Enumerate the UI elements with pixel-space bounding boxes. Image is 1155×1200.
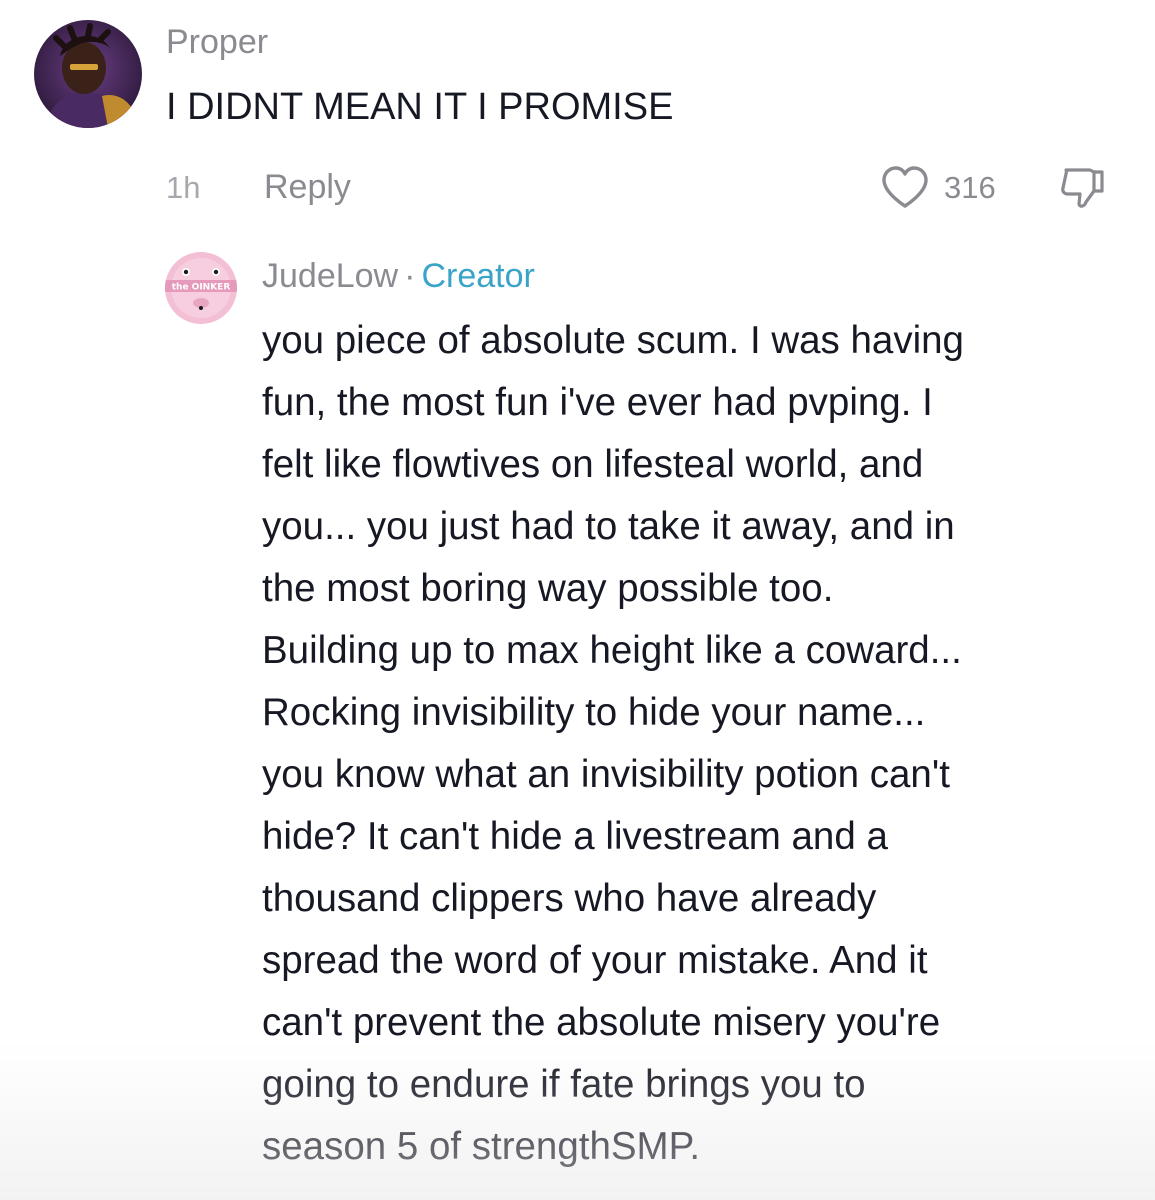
comment-username[interactable]: Proper [166, 22, 268, 62]
reply-header: JudeLow · Creator [262, 256, 535, 296]
separator-dot: · [404, 257, 416, 295]
reply-line: you... you just had to take it away, and… [262, 505, 955, 548]
comment-time: 1h [166, 170, 201, 205]
reply-line: can't prevent the absolute misery you're [262, 1001, 941, 1044]
reply-line: hide? It can't hide a livestream and a [262, 815, 888, 858]
reply-line: spread the word of your mistake. And it [262, 939, 928, 982]
reply-line: going to endure if fate brings you to [262, 1063, 866, 1106]
heart-outline-icon [882, 166, 928, 208]
reply-line: you know what an invisibility potion can… [262, 753, 950, 796]
reply-username[interactable]: JudeLow [262, 257, 398, 295]
reply-line: thousand clippers who have already [262, 877, 877, 920]
reply-line: fun, the most fun i've ever had pvping. … [262, 381, 933, 424]
avatar-text: the OINKER [172, 283, 231, 293]
like-button[interactable] [880, 164, 930, 212]
reply-line: Building up to max height like a coward.… [262, 629, 962, 672]
pig-avatar-icon: the OINKER [165, 252, 237, 324]
reply-button[interactable]: Reply [264, 166, 351, 208]
reply-line: Rocking invisibility to hide your name..… [262, 691, 926, 734]
dislike-button[interactable] [1058, 164, 1108, 212]
avatar-image [34, 20, 142, 128]
creator-badge: Creator [421, 257, 535, 295]
reply-line: season 5 of strengthSMP. [262, 1125, 701, 1168]
avatar-judelow[interactable]: the OINKER [165, 252, 237, 324]
reply-line: felt like flowtives on lifesteal world, … [262, 443, 924, 486]
reply-line: you piece of absolute scum. I was having [262, 319, 964, 362]
reply-line: the most boring way possible too. [262, 567, 834, 610]
like-count: 316 [944, 170, 996, 205]
comment-actions: 1h Reply 316 [166, 164, 1126, 212]
reply-text: you piece of absolute scum. I was having… [262, 310, 1122, 1178]
thumbs-down-icon [1061, 168, 1104, 208]
comment-text: I DIDNT MEAN IT I PROMISE [166, 86, 674, 128]
avatar-proper[interactable] [34, 20, 142, 128]
